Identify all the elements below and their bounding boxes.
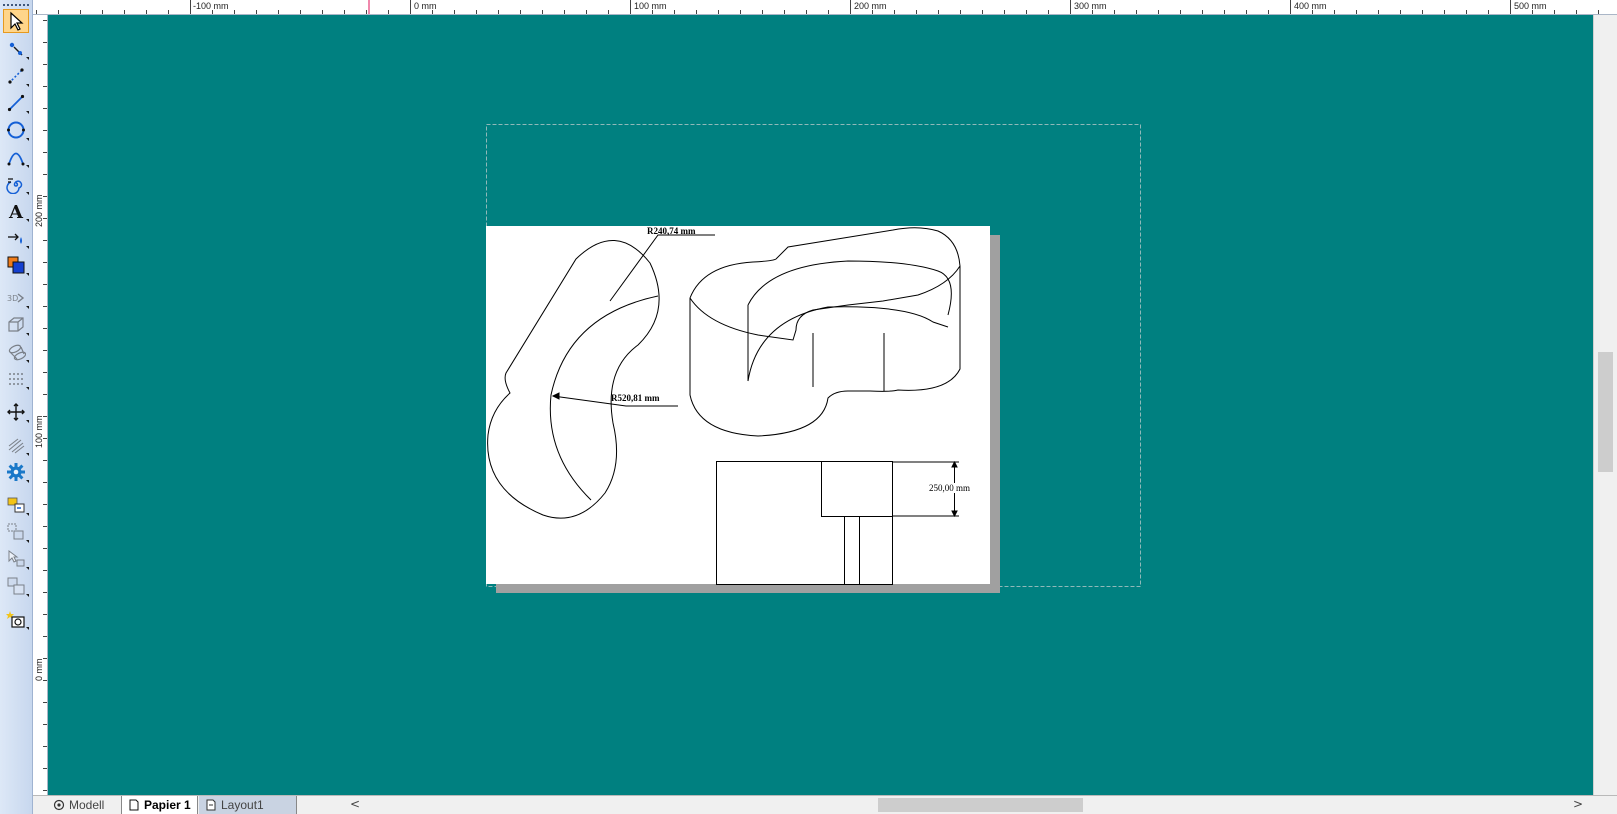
ruler-label-200: 200 mm bbox=[854, 1, 887, 11]
ruler-label-300: 300 mm bbox=[1074, 1, 1107, 11]
vertical-ruler: 200 mm 100 mm 0 mm bbox=[33, 15, 48, 795]
snapshot-icon bbox=[6, 611, 25, 628]
horizontal-scrollbar[interactable]: < > bbox=[348, 797, 1617, 813]
sheet-svg bbox=[486, 124, 1141, 593]
vertical-scroll-thumb[interactable] bbox=[1598, 352, 1613, 472]
ruler-label-v100: 100 mm bbox=[34, 415, 44, 448]
point-tool[interactable] bbox=[3, 37, 29, 61]
page-icon bbox=[129, 799, 139, 811]
paper-sheet bbox=[486, 226, 990, 584]
arrange-tool[interactable] bbox=[3, 574, 29, 598]
fill-squares-icon bbox=[7, 256, 25, 274]
spiral-icon bbox=[6, 178, 23, 194]
horizontal-ruler-ticks bbox=[36, 0, 1599, 14]
settings-tool[interactable] bbox=[3, 460, 29, 484]
text-a-icon: A bbox=[8, 202, 24, 221]
spiral-tool[interactable] bbox=[3, 172, 29, 196]
dimension-label-r520[interactable]: R520,81 mm bbox=[611, 393, 660, 403]
dimension-tool[interactable] bbox=[3, 226, 29, 250]
dotted-line-tool[interactable] bbox=[3, 64, 29, 88]
select-object-tool[interactable] bbox=[3, 547, 29, 571]
ruler-label-v0: 0 mm bbox=[34, 658, 44, 682]
circle-tool[interactable] bbox=[3, 118, 29, 142]
arrange-icon bbox=[7, 577, 25, 595]
box-tool[interactable] bbox=[3, 313, 29, 337]
grid-tool[interactable] bbox=[3, 367, 29, 391]
3d-icon: 3D bbox=[7, 293, 25, 303]
snapshot-tool[interactable] bbox=[3, 607, 29, 631]
tab-layout1[interactable]: Layout1 bbox=[199, 796, 297, 814]
layer-icon bbox=[7, 497, 25, 513]
box-icon bbox=[8, 317, 24, 332]
text-tool[interactable]: A bbox=[3, 199, 29, 223]
select-tool[interactable] bbox=[3, 9, 29, 33]
tab-label: Modell bbox=[69, 798, 105, 812]
horizontal-scroll-thumb[interactable] bbox=[878, 798, 1083, 812]
ruler-label-0: 0 mm bbox=[414, 1, 437, 11]
curve-tool[interactable] bbox=[3, 145, 29, 169]
drawing-toolbar: A 3D bbox=[0, 0, 33, 814]
dimension-icon bbox=[8, 233, 22, 244]
cylinder-icon bbox=[8, 344, 26, 361]
dimension-label-r240[interactable]: R240,74 mm bbox=[647, 226, 696, 236]
curve-icon bbox=[7, 152, 25, 166]
tab-label: Layout1 bbox=[221, 798, 264, 812]
tab-modell[interactable]: Modell bbox=[47, 796, 122, 814]
group-icon bbox=[7, 523, 24, 540]
scroll-right-arrow[interactable]: > bbox=[1573, 797, 1583, 811]
hatch-icon bbox=[8, 438, 25, 454]
cylinder-tool[interactable] bbox=[3, 340, 29, 364]
model-icon bbox=[53, 799, 65, 811]
ruler-label-v200: 200 mm bbox=[34, 194, 44, 227]
dotted-line-icon bbox=[8, 68, 24, 84]
circle-icon bbox=[7, 121, 25, 139]
sheet-tab-bar: Modell Papier 1 Layout1 < > bbox=[33, 795, 1617, 814]
point-pen-icon bbox=[9, 42, 23, 56]
layer-tool[interactable] bbox=[3, 493, 29, 517]
svg-text:A: A bbox=[8, 202, 24, 221]
move-tool[interactable] bbox=[3, 400, 29, 424]
toolbar-grip[interactable] bbox=[3, 4, 29, 6]
ruler-label-100: 100 mm bbox=[634, 1, 667, 11]
line-tool[interactable] bbox=[3, 91, 29, 115]
drawing-canvas[interactable]: R240,74 mm R520,81 mm 250,00 mm bbox=[48, 15, 1593, 795]
layout-icon bbox=[206, 799, 216, 811]
move-arrows-icon bbox=[7, 403, 25, 421]
select-object-icon bbox=[8, 550, 25, 567]
group-tool[interactable] bbox=[3, 520, 29, 544]
gear-icon bbox=[7, 463, 25, 481]
ruler-label-neg100: -100 mm bbox=[193, 1, 229, 11]
line-icon bbox=[7, 94, 25, 112]
horizontal-ruler: -100 mm 0 mm 100 mm 200 mm 300 mm 400 mm… bbox=[33, 0, 1617, 15]
scroll-left-arrow[interactable]: < bbox=[350, 797, 360, 811]
cursor-arrow-icon bbox=[10, 11, 24, 31]
hatch-tool[interactable] bbox=[3, 433, 29, 457]
ruler-label-500: 500 mm bbox=[1514, 1, 1547, 11]
tab-label: Papier 1 bbox=[144, 798, 191, 812]
fill-tool[interactable] bbox=[3, 253, 29, 277]
3d-tool[interactable]: 3D bbox=[3, 286, 29, 310]
tab-papier-1[interactable]: Papier 1 bbox=[122, 796, 198, 814]
dimension-label-250[interactable]: 250,00 mm bbox=[929, 483, 971, 493]
grid-dots-icon bbox=[9, 373, 23, 385]
svg-text:3D: 3D bbox=[7, 294, 18, 303]
vertical-scrollbar[interactable] bbox=[1593, 15, 1617, 795]
ruler-label-400: 400 mm bbox=[1294, 1, 1327, 11]
